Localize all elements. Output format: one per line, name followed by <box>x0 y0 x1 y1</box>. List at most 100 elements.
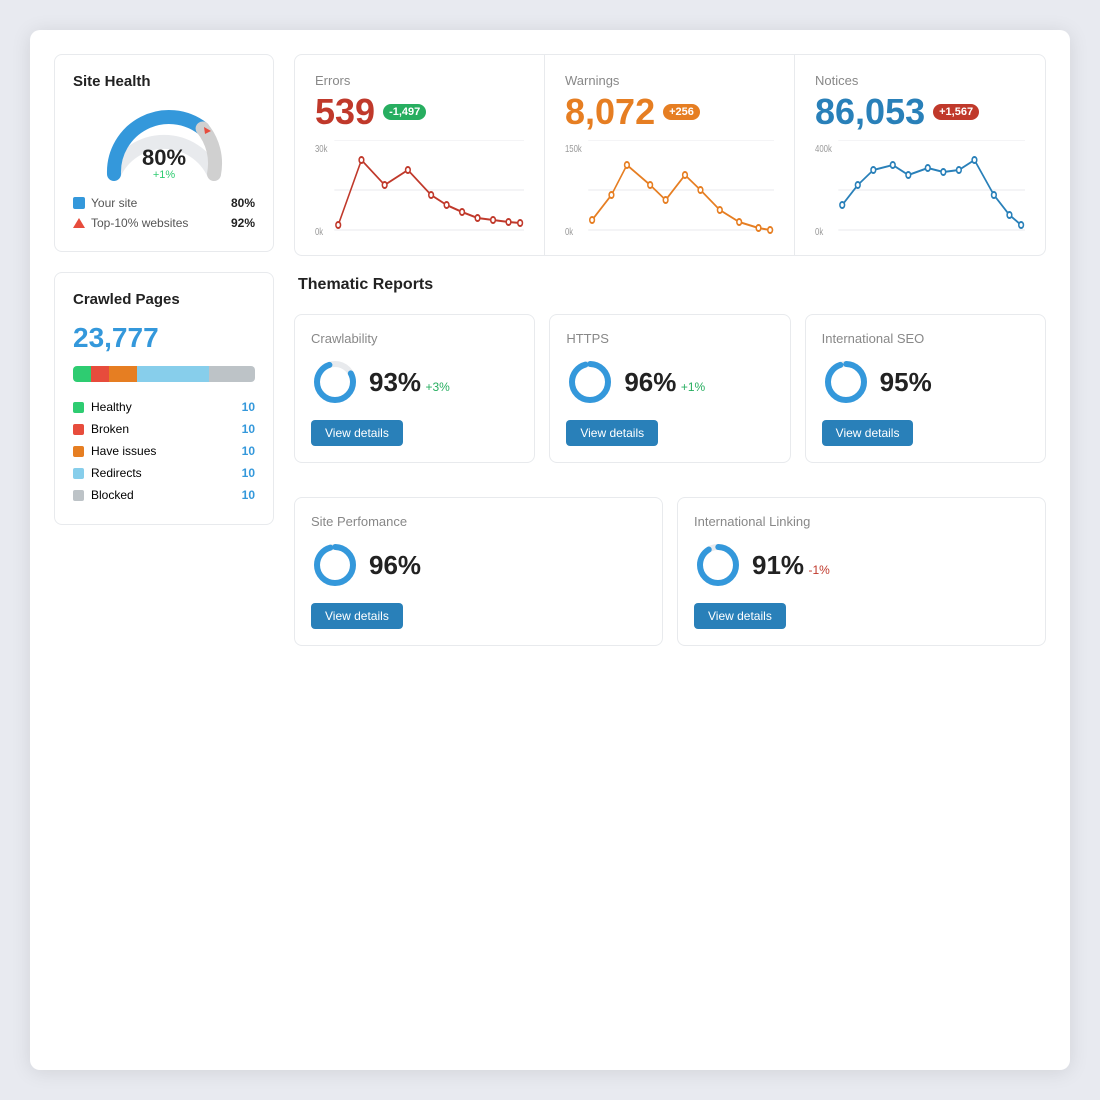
your-site-value: 80% <box>231 196 255 210</box>
svg-text:400k: 400k <box>815 143 832 154</box>
thematic-section: Thematic Reports <box>294 276 1046 294</box>
broken-icon <box>73 424 84 435</box>
https-title: HTTPS <box>566 331 773 346</box>
https-pct: 96% <box>624 367 676 397</box>
issues-count: 10 <box>242 444 255 458</box>
your-site-label: Your site <box>91 196 137 210</box>
crawlability-metric: 93% +3% <box>311 358 518 406</box>
donut-percentage: 80% <box>142 147 186 169</box>
crawlability-ring <box>311 358 359 406</box>
dashboard: Site Health 80% +1% <box>30 30 1070 1070</box>
warnings-value-row: 8,072 +256 <box>565 94 774 130</box>
notices-badge: +1,567 <box>933 104 979 120</box>
crawlability-change: +3% <box>426 380 450 394</box>
donut-change: +1% <box>142 169 186 181</box>
crawlability-title: Crawlability <box>311 331 518 346</box>
right-column: Errors 539 -1,497 30k 0k <box>294 54 1046 836</box>
notices-value: 86,053 <box>815 94 925 130</box>
blocked-count: 10 <box>242 488 255 502</box>
legend-broken: Broken 10 <box>73 418 255 440</box>
report-intl-seo: International SEO 95% View details <box>805 314 1046 463</box>
svg-text:0k: 0k <box>565 226 574 237</box>
errors-label: Errors <box>315 73 524 88</box>
https-metric: 96% +1% <box>566 358 773 406</box>
warnings-sparkline: 150k 0k <box>565 140 774 240</box>
intl-seo-ring <box>822 358 870 406</box>
intl-linking-title: International Linking <box>694 514 1029 529</box>
report-https: HTTPS 96% +1% View details <box>549 314 790 463</box>
report-intl-linking: International Linking 91% -1% View detai… <box>677 497 1046 646</box>
errors-sparkline: 30k 0k <box>315 140 524 240</box>
broken-label: Broken <box>91 422 129 436</box>
crawled-bar-stack <box>73 366 255 382</box>
metrics-row: Errors 539 -1,497 30k 0k <box>294 54 1046 256</box>
site-performance-metric: 96% <box>311 541 646 589</box>
legend-have-issues: Have issues 10 <box>73 440 255 462</box>
healthy-count: 10 <box>242 400 255 414</box>
bar-broken <box>91 366 109 382</box>
legend-redirects: Redirects 10 <box>73 462 255 484</box>
site-health-card: Site Health 80% +1% <box>54 54 274 252</box>
donut-center-text: 80% +1% <box>142 147 186 181</box>
warnings-label: Warnings <box>565 73 774 88</box>
svg-text:150k: 150k <box>565 143 582 154</box>
errors-badge: -1,497 <box>383 104 426 120</box>
svg-text:30k: 30k <box>315 143 328 154</box>
crawled-pages-total: 23,777 <box>73 322 255 354</box>
notices-label: Notices <box>815 73 1025 88</box>
site-performance-ring <box>311 541 359 589</box>
your-site-icon <box>73 197 85 209</box>
crawled-legend: Healthy 10 Broken 10 Have issues <box>73 396 255 506</box>
reports-grid-bottom: Site Perfomance 96% View details Interna… <box>294 497 1046 646</box>
site-health-legend: Your site 80% Top-10% websites 92% <box>73 193 255 233</box>
bar-redirects <box>137 366 210 382</box>
bar-healthy <box>73 366 91 382</box>
https-view-details[interactable]: View details <box>566 420 658 446</box>
warnings-block: Warnings 8,072 +256 150k 0k <box>545 55 795 255</box>
blocked-label: Blocked <box>91 488 134 502</box>
intl-linking-metric: 91% -1% <box>694 541 1029 589</box>
left-column: Site Health 80% +1% <box>54 54 274 836</box>
crawlability-pct: 93% <box>369 367 421 397</box>
warnings-badge: +256 <box>663 104 700 120</box>
legend-healthy: Healthy 10 <box>73 396 255 418</box>
report-site-performance: Site Perfomance 96% View details <box>294 497 663 646</box>
redirects-icon <box>73 468 84 479</box>
legend-top-sites: Top-10% websites 92% <box>73 213 255 233</box>
svg-text:0k: 0k <box>315 226 324 237</box>
redirects-label: Redirects <box>91 466 142 480</box>
reports-grid-top: Crawlability 93% +3% View details HTTPS <box>294 314 1046 477</box>
top-sites-icon <box>73 218 85 228</box>
site-performance-title: Site Perfomance <box>311 514 646 529</box>
crawled-pages-card: Crawled Pages 23,777 Healthy 10 <box>54 272 274 525</box>
notices-block: Notices 86,053 +1,567 400k 0k <box>795 55 1045 255</box>
notices-value-row: 86,053 +1,567 <box>815 94 1025 130</box>
crawlability-view-details[interactable]: View details <box>311 420 403 446</box>
bar-issues <box>109 366 136 382</box>
blocked-icon <box>73 490 84 501</box>
crawled-pages-title: Crawled Pages <box>73 291 255 308</box>
redirects-count: 10 <box>242 466 255 480</box>
intl-seo-title: International SEO <box>822 331 1029 346</box>
issues-label: Have issues <box>91 444 156 458</box>
legend-blocked: Blocked 10 <box>73 484 255 506</box>
bar-blocked <box>209 366 255 382</box>
intl-linking-pct: 91% <box>752 550 804 580</box>
intl-linking-ring <box>694 541 742 589</box>
intl-linking-view-details[interactable]: View details <box>694 603 786 629</box>
notices-sparkline: 400k 0k <box>815 140 1025 240</box>
site-performance-view-details[interactable]: View details <box>311 603 403 629</box>
intl-seo-metric: 95% <box>822 358 1029 406</box>
donut-chart-container: 80% +1% <box>73 104 255 179</box>
report-crawlability: Crawlability 93% +3% View details <box>294 314 535 463</box>
errors-value: 539 <box>315 94 375 130</box>
intl-linking-change: -1% <box>809 563 830 577</box>
intl-seo-view-details[interactable]: View details <box>822 420 914 446</box>
site-health-title: Site Health <box>73 73 255 90</box>
legend-your-site: Your site 80% <box>73 193 255 213</box>
healthy-label: Healthy <box>91 400 132 414</box>
errors-value-row: 539 -1,497 <box>315 94 524 130</box>
broken-count: 10 <box>242 422 255 436</box>
intl-seo-pct: 95% <box>880 367 932 397</box>
https-change: +1% <box>681 380 705 394</box>
